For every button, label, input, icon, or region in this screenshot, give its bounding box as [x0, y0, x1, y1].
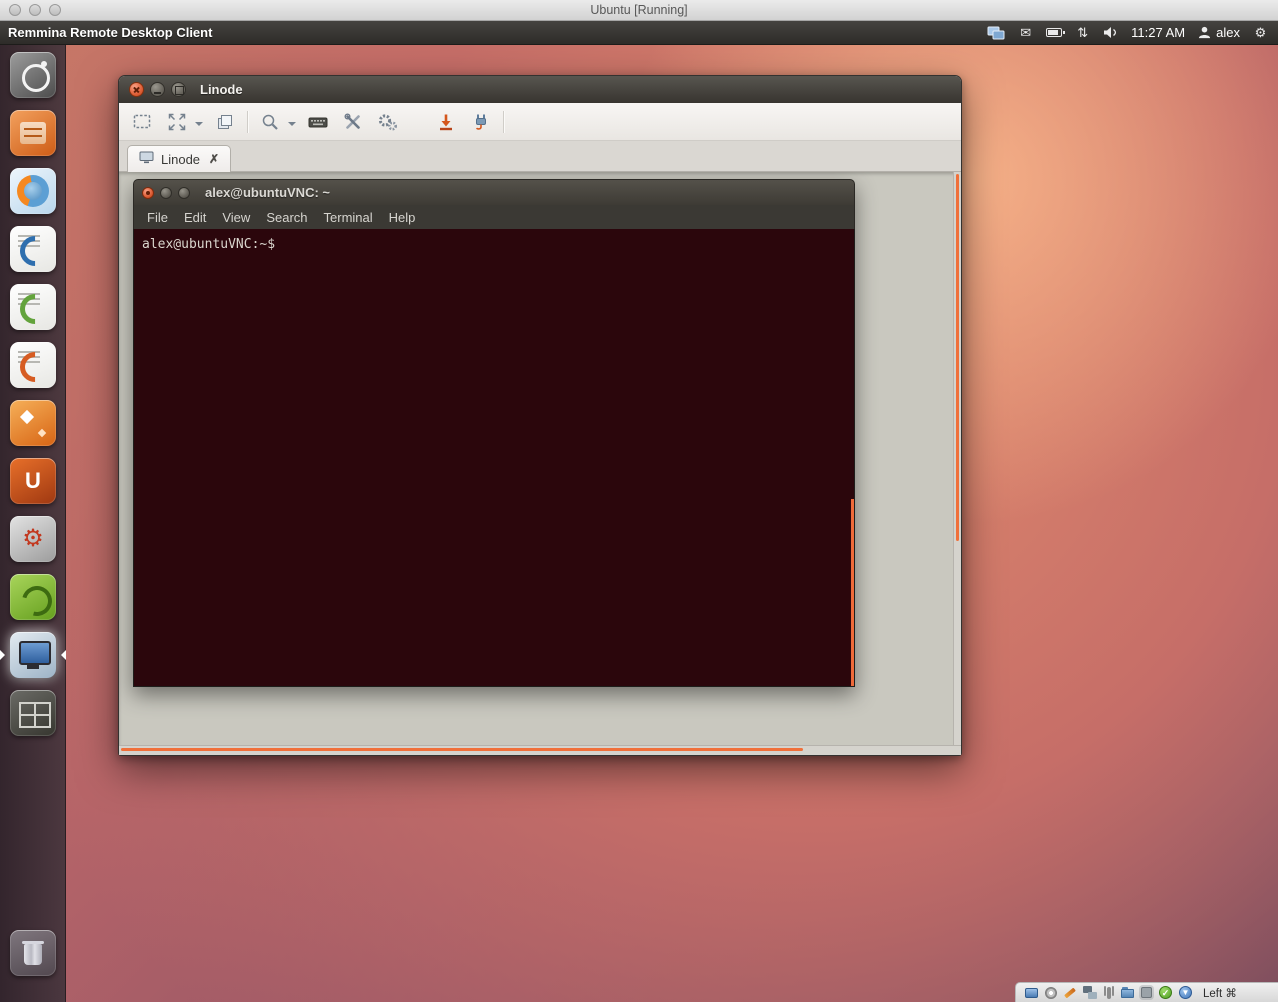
launcher-item-libreoffice-writer[interactable] — [10, 226, 56, 272]
launcher-item-remmina[interactable] — [10, 632, 56, 678]
user-indicator[interactable]: alex — [1198, 25, 1240, 40]
menu-terminal[interactable]: Terminal — [316, 210, 381, 225]
zoom-dropdown-caret[interactable] — [288, 122, 296, 130]
remmina-running-indicator-arrow — [0, 650, 10, 660]
vbox-optical-drives-icon[interactable] — [1045, 987, 1057, 999]
vbox-recording-icon[interactable] — [1064, 987, 1076, 998]
virtualbox-vm-screen: Ubuntu [Running] Remmina Remote Desktop … — [0, 0, 1278, 1002]
ubuntu-one-glyph: U — [25, 470, 41, 492]
fit-window-dropdown-caret[interactable] — [195, 122, 203, 130]
session-gear-icon[interactable]: ⚙ — [1253, 24, 1268, 42]
duplicate-connection-icon[interactable] — [212, 109, 238, 135]
vbox-network-icon[interactable] — [1083, 986, 1097, 999]
vbox-features-icon[interactable] — [1141, 987, 1152, 998]
launcher-item-trash[interactable] — [10, 930, 56, 976]
minimize-to-tray-icon[interactable] — [433, 109, 459, 135]
launcher-item-workspace-switcher[interactable] — [10, 690, 56, 736]
remmina-maximize-button[interactable] — [171, 82, 186, 97]
ubuntu-top-panel: Remmina Remote Desktop Client ✉ ⇅ 11:27 … — [0, 21, 1278, 45]
launcher-item-firefox[interactable] — [10, 168, 56, 214]
remmina-indicator-icon[interactable] — [987, 24, 1005, 42]
terminal-maximize-button[interactable] — [178, 187, 190, 199]
terminal-close-button[interactable] — [142, 187, 154, 199]
vm-zoom-button[interactable] — [49, 4, 61, 16]
connection-tab-linode[interactable]: Linode ✗ — [127, 145, 231, 172]
vbox-display-icon[interactable] — [1025, 988, 1038, 998]
menu-view[interactable]: View — [214, 210, 258, 225]
terminal-titlebar[interactable]: alex@ubuntuVNC: ~ — [133, 179, 855, 205]
launcher-item-home-folder[interactable] — [10, 110, 56, 156]
remmina-focused-indicator-arrow — [56, 650, 66, 660]
remmina-window: Linode — [118, 75, 962, 756]
vbox-shared-folders-icon[interactable] — [1121, 989, 1134, 998]
remmina-minimize-button[interactable] — [150, 82, 165, 97]
vm-close-button[interactable] — [9, 4, 21, 16]
vbox-usb-icon[interactable] — [1107, 987, 1111, 999]
vm-titlebar[interactable]: Ubuntu [Running] — [0, 0, 1278, 21]
launcher-item-software-updater[interactable] — [10, 574, 56, 620]
settings-gear-glyph: ⚙ — [22, 527, 44, 551]
host-key-label: Left ⌘ — [1203, 986, 1237, 1000]
remmina-window-title: Linode — [200, 82, 243, 97]
launcher-item-ubuntu-one[interactable]: U — [10, 458, 56, 504]
terminal-prompt: alex@ubuntuVNC:~$ — [142, 237, 275, 252]
viewport-vertical-scrollbar-thumb[interactable] — [956, 174, 959, 541]
menu-file[interactable]: File — [139, 210, 176, 225]
terminal-body[interactable]: alex@ubuntuVNC:~$ — [133, 229, 855, 687]
tab-close-icon[interactable]: ✗ — [207, 152, 219, 166]
launcher-item-libreoffice-calc[interactable] — [10, 284, 56, 330]
terminal-window-title: alex@ubuntuVNC: ~ — [205, 185, 330, 200]
remmina-titlebar[interactable]: Linode — [119, 76, 961, 103]
terminal-menubar: File Edit View Search Terminal Help — [133, 205, 855, 229]
viewport-horizontal-scrollbar-thumb[interactable] — [121, 748, 803, 751]
terminal-minimize-button[interactable] — [160, 187, 172, 199]
plugins-gears-icon[interactable] — [375, 109, 401, 135]
remmina-close-button[interactable] — [129, 82, 144, 97]
fit-window-icon[interactable] — [164, 109, 190, 135]
volume-indicator-icon[interactable] — [1103, 24, 1118, 42]
launcher-item-system-settings[interactable]: ⚙ — [10, 516, 56, 562]
remmina-tabbar: Linode ✗ — [119, 141, 961, 172]
vbox-status-ok-icon[interactable]: ✓ — [1159, 986, 1172, 999]
remote-desktop-viewport[interactable]: alex@ubuntuVNC: ~ File Edit View Search … — [119, 172, 961, 755]
menu-search[interactable]: Search — [258, 210, 315, 225]
mail-indicator-icon[interactable]: ✉ — [1018, 24, 1033, 42]
indicator-area: ✉ ⇅ 11:27 AM alex ⚙ — [987, 24, 1270, 42]
global-menu-app-title[interactable]: Remmina Remote Desktop Client — [8, 25, 212, 40]
terminal-scrollbar-thumb[interactable] — [851, 499, 854, 686]
remmina-toolbar — [119, 103, 961, 141]
zoom-icon[interactable] — [257, 109, 283, 135]
menu-edit[interactable]: Edit — [176, 210, 214, 225]
clock-indicator[interactable]: 11:27 AM — [1131, 25, 1185, 40]
battery-shape — [1046, 28, 1062, 37]
menu-help[interactable]: Help — [381, 210, 424, 225]
launcher-item-software-center[interactable] — [10, 400, 56, 446]
disconnect-icon[interactable] — [468, 109, 494, 135]
viewport-horizontal-scrollbar[interactable] — [119, 745, 961, 755]
toolbar-end-separator — [503, 111, 504, 133]
preferences-tools-icon[interactable] — [340, 109, 366, 135]
viewport-vertical-scrollbar[interactable] — [953, 172, 961, 745]
tab-label: Linode — [161, 152, 200, 167]
tab-screen-icon — [139, 151, 154, 167]
launcher-item-libreoffice-impress[interactable] — [10, 342, 56, 388]
vm-window-title: Ubuntu [Running] — [0, 0, 1278, 20]
user-icon — [1198, 26, 1211, 39]
unity-launcher: U ⚙ — [0, 45, 66, 1002]
battery-indicator-icon[interactable] — [1046, 24, 1062, 42]
vbox-host-capture-icon[interactable]: ▼ — [1179, 986, 1192, 999]
grab-keyboard-icon[interactable] — [305, 109, 331, 135]
toolbar-separator — [247, 111, 248, 133]
vm-window-controls — [9, 4, 61, 16]
user-indicator-label: alex — [1216, 25, 1240, 40]
toggle-viewport-icon[interactable] — [129, 109, 155, 135]
vm-minimize-button[interactable] — [29, 4, 41, 16]
virtualbox-statusbar: ✓ ▼ Left ⌘ — [1015, 982, 1278, 1002]
launcher-item-dash-home[interactable] — [10, 52, 56, 98]
terminal-window: alex@ubuntuVNC: ~ File Edit View Search … — [133, 179, 855, 687]
sync-indicator-icon[interactable]: ⇅ — [1075, 24, 1090, 42]
